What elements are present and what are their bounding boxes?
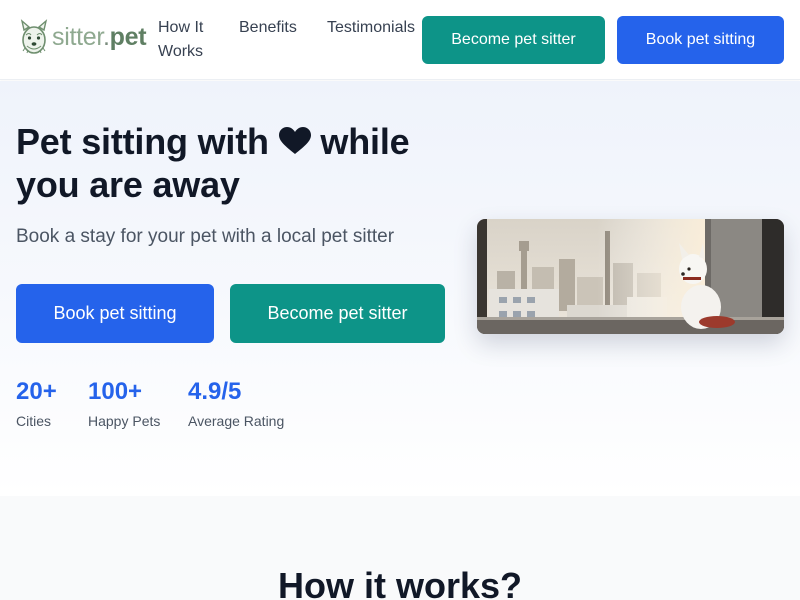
stat-value: 4.9/5 [188, 378, 242, 405]
nav-link-testimonials[interactable]: Testimonials [327, 16, 415, 40]
logo[interactable]: sitter.pet [18, 18, 147, 56]
nav-link-how-it-works[interactable]: How It Works [158, 16, 238, 64]
header-become-sitter-button[interactable]: Become pet sitter [422, 16, 605, 64]
dog-logo-icon [20, 19, 48, 54]
dog-at-window-photo [477, 219, 784, 334]
header-book-sitting-button[interactable]: Book pet sitting [617, 16, 784, 64]
stat-average-rating: 4.9/5 Average Rating [188, 377, 284, 431]
stat-value: 20+ [16, 378, 57, 405]
stat-happy-pets: 100+ Happy Pets [88, 377, 160, 431]
stat-label: Happy Pets [88, 413, 161, 429]
hero-section: Pet sitting with while you are away Book… [0, 81, 800, 496]
hero-subtitle: Book a stay for your pet with a local pe… [16, 226, 395, 247]
how-it-works-section: How it works? [0, 496, 800, 600]
hero-dog-image [477, 219, 784, 334]
nav-link-benefits[interactable]: Benefits [239, 16, 297, 40]
hero-become-sitter-button[interactable]: Become pet sitter [230, 284, 445, 343]
stat-cities: 20+ Cities [16, 377, 57, 431]
stat-label: Cities [16, 413, 52, 429]
hero-book-sitting-button[interactable]: Book pet sitting [16, 284, 214, 343]
logo-text: sitter.pet [52, 22, 147, 51]
heart-icon [278, 127, 311, 154]
stat-value: 100+ [88, 378, 143, 405]
hero-title: Pet sitting with while you are away [16, 121, 410, 205]
how-it-works-title: How it works? [277, 565, 523, 600]
site-header: sitter.pet How It Works Benefits Testimo… [0, 0, 800, 80]
stat-label: Average Rating [188, 413, 285, 429]
